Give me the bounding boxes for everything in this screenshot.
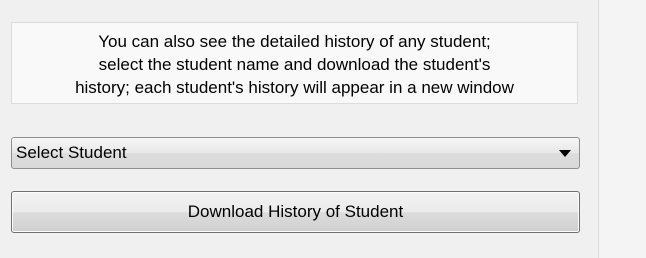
instructions-line: select the student name and download the… [98, 55, 491, 74]
instructions-line: history; each student's history will app… [75, 78, 514, 97]
download-history-button[interactable]: Download History of Student [11, 191, 580, 233]
instructions-line: You can also see the detailed history of… [98, 32, 491, 51]
side-panel [599, 0, 646, 258]
student-select-value: Select Student [16, 143, 127, 162]
student-history-panel: You can also see the detailed history of… [0, 0, 598, 258]
student-select-dropdown[interactable]: Select Student [11, 137, 580, 169]
instructions-box: You can also see the detailed history of… [11, 22, 578, 104]
chevron-down-icon[interactable] [559, 150, 571, 157]
